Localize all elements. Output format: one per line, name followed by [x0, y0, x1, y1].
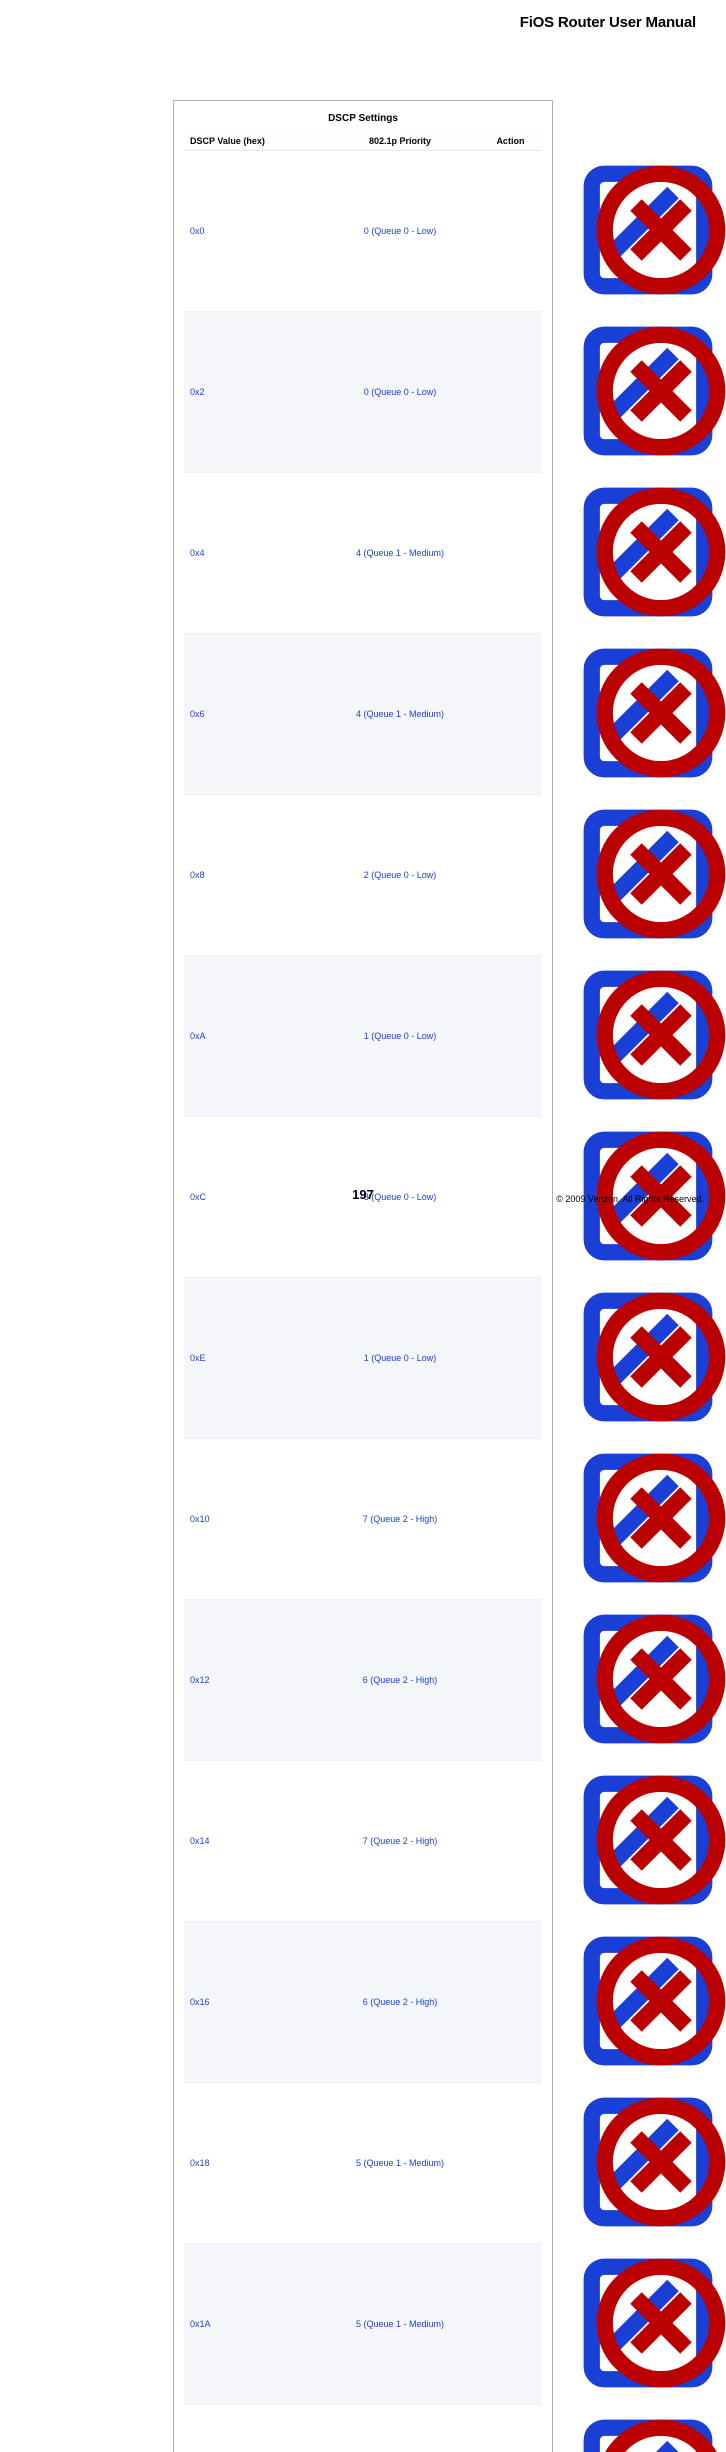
delete-icon[interactable] [511, 799, 522, 810]
edit-icon[interactable] [498, 155, 509, 166]
dscp-value-cell[interactable]: 0x1C [184, 2405, 321, 2452]
delete-icon[interactable] [511, 1765, 522, 1776]
edit-icon[interactable] [498, 1604, 509, 1615]
action-cell [479, 1922, 542, 2083]
priority-cell: 7 (Queue 2 - High) [321, 1439, 479, 1600]
table-row: 0x82 (Queue 0 - Low) [184, 795, 542, 956]
edit-icon[interactable] [498, 477, 509, 488]
delete-icon[interactable] [511, 1604, 522, 1615]
col-priority: 802.1p Priority [321, 132, 479, 151]
dscp-value-cell[interactable]: 0x2 [184, 312, 321, 473]
action-cell [479, 1439, 542, 1600]
priority-cell: 4 (Queue 1 - Medium) [321, 634, 479, 795]
delete-icon[interactable] [511, 1926, 522, 1937]
action-cell [479, 795, 542, 956]
priority-cell: 5 (Queue 1 - Medium) [321, 2405, 479, 2452]
priority-cell: 5 (Queue 1 - Medium) [321, 2083, 479, 2244]
edit-icon[interactable] [498, 1765, 509, 1776]
edit-icon[interactable] [498, 2409, 509, 2420]
priority-cell: 4 (Queue 1 - Medium) [321, 473, 479, 634]
edit-icon[interactable] [498, 638, 509, 649]
table-row: 0x185 (Queue 1 - Medium) [184, 2083, 542, 2244]
page-number: 197 [352, 1187, 374, 1202]
action-cell [479, 956, 542, 1117]
delete-icon[interactable] [511, 2409, 522, 2420]
action-cell [479, 2405, 542, 2452]
edit-icon[interactable] [498, 2087, 509, 2098]
dscp-value-cell[interactable]: 0xA [184, 956, 321, 1117]
priority-cell: 7 (Queue 2 - High) [321, 1761, 479, 1922]
dscp-value-cell[interactable]: 0x8 [184, 795, 321, 956]
dscp-value-cell[interactable]: 0x12 [184, 1600, 321, 1761]
delete-icon[interactable] [511, 1282, 522, 1293]
table-row: 0xA1 (Queue 0 - Low) [184, 956, 542, 1117]
table-row: 0x1A5 (Queue 1 - Medium) [184, 2244, 542, 2405]
delete-icon[interactable] [511, 638, 522, 649]
dscp-value-cell[interactable]: 0x10 [184, 1439, 321, 1600]
doc-header: FiOS Router User Manual [520, 14, 696, 31]
edit-icon[interactable] [498, 960, 509, 971]
priority-cell: 2 (Queue 0 - Low) [321, 795, 479, 956]
dscp-settings-panel: DSCP Settings DSCP Value (hex) 802.1p Pr… [173, 100, 553, 2452]
action-cell [479, 2244, 542, 2405]
dscp-value-cell[interactable]: 0xE [184, 1278, 321, 1439]
table-row: 0x107 (Queue 2 - High) [184, 1439, 542, 1600]
delete-icon[interactable] [511, 316, 522, 327]
dscp-value-cell[interactable]: 0x4 [184, 473, 321, 634]
action-cell [479, 151, 542, 312]
delete-icon[interactable] [511, 2087, 522, 2098]
dscp-value-cell[interactable]: 0x0 [184, 151, 321, 312]
action-cell [479, 312, 542, 473]
copyright: © 2009 Verizon. All Rights Reserved. [556, 1194, 704, 1204]
delete-icon[interactable] [511, 477, 522, 488]
action-cell [479, 1278, 542, 1439]
table-row: 0x44 (Queue 1 - Medium) [184, 473, 542, 634]
panel-title: DSCP Settings [184, 113, 542, 124]
dscp-table: DSCP Value (hex) 802.1p Priority Action … [184, 132, 542, 2452]
dscp-value-cell[interactable]: 0x16 [184, 1922, 321, 2083]
priority-cell: 0 (Queue 0 - Low) [321, 312, 479, 473]
delete-icon[interactable] [511, 960, 522, 971]
table-row: 0x166 (Queue 2 - High) [184, 1922, 542, 2083]
priority-cell: 6 (Queue 2 - High) [321, 1922, 479, 2083]
table-row: 0x1C5 (Queue 1 - Medium) [184, 2405, 542, 2452]
edit-icon[interactable] [498, 1121, 509, 1132]
table-row: 0x20 (Queue 0 - Low) [184, 312, 542, 473]
priority-cell: 6 (Queue 2 - High) [321, 1600, 479, 1761]
dscp-value-cell[interactable]: 0x18 [184, 2083, 321, 2244]
delete-icon[interactable] [511, 1121, 522, 1132]
edit-icon[interactable] [498, 2248, 509, 2259]
dscp-value-cell[interactable]: 0x6 [184, 634, 321, 795]
dscp-value-cell[interactable]: 0x1A [184, 2244, 321, 2405]
table-row: 0x00 (Queue 0 - Low) [184, 151, 542, 312]
delete-icon[interactable] [511, 155, 522, 166]
edit-icon[interactable] [498, 1443, 509, 1454]
action-cell [479, 2083, 542, 2244]
priority-cell: 1 (Queue 0 - Low) [321, 1278, 479, 1439]
priority-cell: 3 (Queue 0 - Low) [321, 1117, 479, 1278]
delete-icon[interactable] [511, 1443, 522, 1454]
action-cell [479, 473, 542, 634]
dscp-value-cell[interactable]: 0xC [184, 1117, 321, 1278]
action-cell [479, 1117, 542, 1278]
table-row: 0x64 (Queue 1 - Medium) [184, 634, 542, 795]
col-dscp: DSCP Value (hex) [184, 132, 321, 151]
col-action: Action [479, 132, 542, 151]
table-row: 0xE1 (Queue 0 - Low) [184, 1278, 542, 1439]
edit-icon[interactable] [498, 799, 509, 810]
edit-icon[interactable] [498, 1926, 509, 1937]
table-row: 0x147 (Queue 2 - High) [184, 1761, 542, 1922]
delete-icon[interactable] [511, 2248, 522, 2259]
priority-cell: 5 (Queue 1 - Medium) [321, 2244, 479, 2405]
action-cell [479, 1761, 542, 1922]
action-cell [479, 1600, 542, 1761]
table-row: 0x126 (Queue 2 - High) [184, 1600, 542, 1761]
action-cell [479, 634, 542, 795]
edit-icon[interactable] [498, 1282, 509, 1293]
priority-cell: 0 (Queue 0 - Low) [321, 151, 479, 312]
priority-cell: 1 (Queue 0 - Low) [321, 956, 479, 1117]
dscp-value-cell[interactable]: 0x14 [184, 1761, 321, 1922]
edit-icon[interactable] [498, 316, 509, 327]
